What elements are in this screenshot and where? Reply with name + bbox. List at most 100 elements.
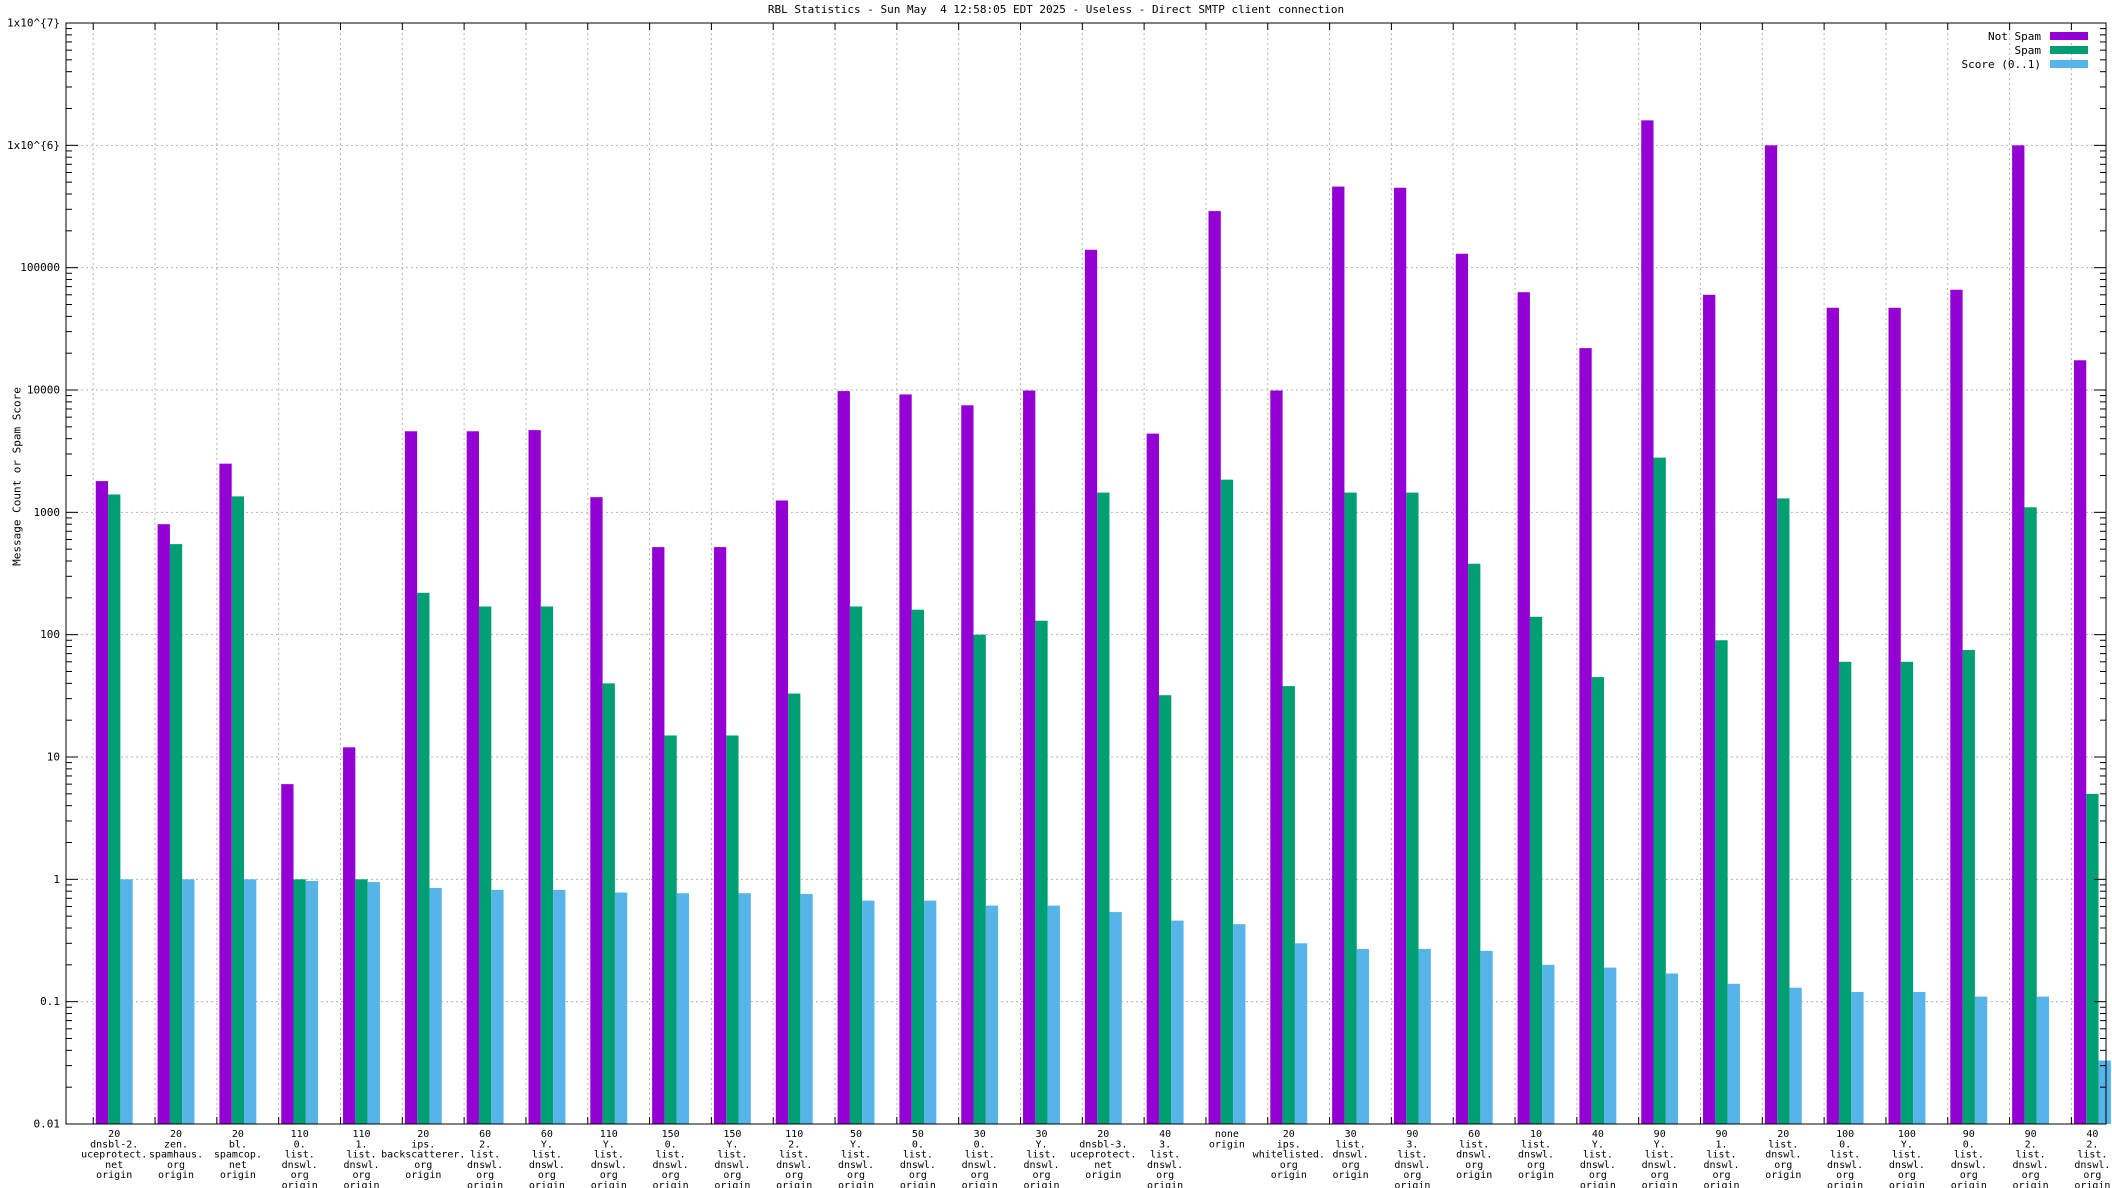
bar-spam bbox=[1591, 677, 1604, 1124]
bar-score bbox=[800, 893, 813, 1124]
bar-score bbox=[1171, 920, 1184, 1124]
bar-score bbox=[614, 892, 628, 1124]
bar-spam bbox=[478, 606, 492, 1124]
legend-row-not-spam: Not Spam bbox=[1962, 29, 2088, 43]
x-tick-label: origin bbox=[653, 1181, 689, 1188]
bar-spam bbox=[1653, 457, 1666, 1124]
bar-spam bbox=[1962, 649, 1975, 1124]
bar-score bbox=[1294, 943, 1308, 1124]
x-tick-label: origin bbox=[1642, 1181, 1678, 1188]
bar-not-spam bbox=[652, 547, 665, 1124]
legend-swatch-not-spam-icon bbox=[2050, 32, 2088, 40]
bar-not-spam bbox=[1208, 211, 1221, 1125]
x-tick-label: origin bbox=[1889, 1181, 1925, 1188]
bar-score bbox=[1356, 948, 1370, 1124]
bar-not-spam bbox=[1146, 433, 1159, 1124]
x-tick-label: origin bbox=[158, 1170, 194, 1181]
bar-spam bbox=[849, 606, 863, 1124]
bar-not-spam bbox=[466, 431, 479, 1124]
bar-spam bbox=[602, 683, 615, 1124]
bar-spam bbox=[1097, 492, 1110, 1125]
bar-not-spam bbox=[281, 784, 294, 1124]
y-tick-label: 0.1 bbox=[40, 995, 60, 1008]
bar-not-spam bbox=[1332, 186, 1345, 1125]
bar-score bbox=[1727, 983, 1740, 1124]
bar-score bbox=[553, 889, 566, 1124]
bar-spam bbox=[1282, 686, 1295, 1124]
bar-not-spam bbox=[2073, 360, 2087, 1124]
bar-score bbox=[676, 893, 690, 1124]
y-tick-label: 100 bbox=[40, 628, 60, 641]
legend-swatch-spam-icon bbox=[2050, 46, 2088, 54]
bar-not-spam bbox=[837, 391, 850, 1124]
bar-spam bbox=[1344, 492, 1357, 1125]
bar-score bbox=[1851, 991, 1864, 1124]
legend-label-score: Score (0..1) bbox=[1961, 57, 2041, 71]
legend-label-spam: Spam bbox=[2014, 43, 2042, 57]
legend-label-not-spam: Not Spam bbox=[1988, 29, 2041, 43]
x-tick-label: origin bbox=[1827, 1181, 1863, 1188]
x-tick-label: origin bbox=[591, 1181, 627, 1188]
bar-spam bbox=[973, 634, 986, 1124]
bar-spam bbox=[1529, 616, 1543, 1124]
x-tick-label: origin bbox=[1209, 1139, 1245, 1150]
bar-score bbox=[985, 905, 999, 1124]
bar-not-spam bbox=[1703, 294, 1716, 1124]
bar-not-spam bbox=[1641, 120, 1654, 1125]
bar-spam bbox=[1715, 640, 1728, 1124]
bar-score bbox=[924, 900, 937, 1124]
legend-row-spam: Spam bbox=[1962, 43, 2088, 57]
x-tick-label: origin bbox=[405, 1170, 441, 1181]
bar-score bbox=[1480, 950, 1493, 1124]
x-tick-label: origin bbox=[1333, 1170, 1369, 1181]
bar-score bbox=[429, 887, 442, 1124]
bar-spam bbox=[1035, 620, 1048, 1124]
bar-not-spam bbox=[1393, 187, 1407, 1124]
y-tick-label: 1 bbox=[53, 873, 60, 886]
bar-spam bbox=[788, 693, 801, 1124]
bar-not-spam bbox=[590, 497, 603, 1124]
y-tick-label: 1000 bbox=[34, 506, 61, 519]
bar-not-spam bbox=[2012, 145, 2025, 1124]
bar-not-spam bbox=[1517, 292, 1530, 1125]
bar-score bbox=[1542, 964, 1555, 1124]
x-tick-label: origin bbox=[96, 1170, 132, 1181]
y-tick-label: 10 bbox=[47, 751, 60, 764]
rbl-statistics-chart: RBL Statistics - Sun May 4 12:58:05 EDT … bbox=[0, 0, 2112, 1188]
bar-score bbox=[1789, 987, 1802, 1124]
bar-score bbox=[305, 880, 319, 1124]
bar-spam bbox=[231, 496, 244, 1124]
bar-not-spam bbox=[899, 394, 912, 1124]
bar-not-spam bbox=[528, 430, 541, 1124]
bar-score bbox=[120, 879, 133, 1124]
bar-score bbox=[1913, 991, 1926, 1124]
y-tick-label: 100000 bbox=[20, 261, 60, 274]
bar-spam bbox=[1838, 661, 1852, 1124]
bar-score bbox=[1418, 948, 1431, 1124]
bar-spam bbox=[293, 879, 306, 1124]
x-tick-label: origin bbox=[838, 1181, 874, 1188]
bar-not-spam bbox=[1826, 307, 1839, 1124]
bar-score bbox=[1604, 967, 1617, 1124]
bar-not-spam bbox=[1764, 145, 1778, 1124]
legend: Not Spam Spam Score (0..1) bbox=[1962, 29, 2088, 71]
x-tick-label: origin bbox=[1456, 1170, 1492, 1181]
x-tick-label: origin bbox=[1023, 1181, 1059, 1188]
bar-spam bbox=[1468, 563, 1481, 1124]
x-tick-label: origin bbox=[1394, 1181, 1430, 1188]
x-tick-label: origin bbox=[1951, 1181, 1987, 1188]
y-tick-label: 1x10^{7} bbox=[7, 17, 60, 30]
bar-not-spam bbox=[1084, 249, 1098, 1125]
bar-spam bbox=[1406, 492, 1419, 1125]
legend-row-score: Score (0..1) bbox=[1962, 57, 2088, 71]
bar-score bbox=[1047, 905, 1060, 1124]
bar-spam bbox=[1777, 498, 1790, 1124]
x-tick-label: origin bbox=[2074, 1181, 2110, 1188]
y-tick-label: 1x10^{6} bbox=[7, 139, 60, 152]
bar-spam bbox=[1900, 661, 1914, 1124]
bar-not-spam bbox=[961, 405, 974, 1124]
bar-score bbox=[367, 882, 380, 1124]
bar-not-spam bbox=[1888, 307, 1901, 1124]
bar-not-spam bbox=[343, 747, 356, 1124]
x-tick-label: origin bbox=[962, 1181, 998, 1188]
